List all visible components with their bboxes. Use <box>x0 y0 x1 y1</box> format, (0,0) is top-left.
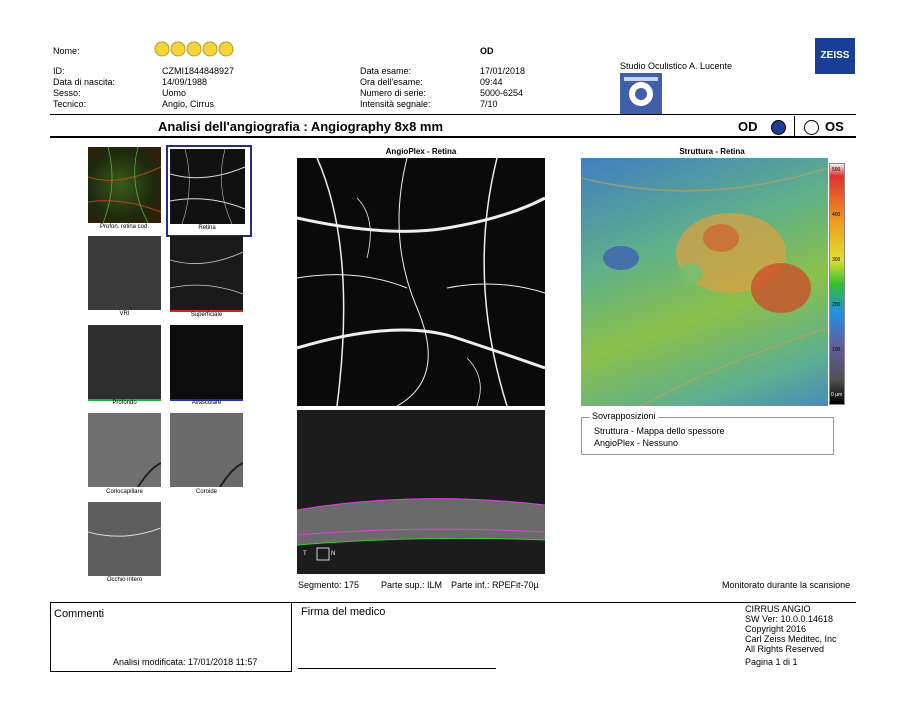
thumbnail-choroid[interactable] <box>170 413 243 487</box>
thumbnail-whole-eye[interactable] <box>88 502 161 576</box>
exam-date-value: 17/01/2018 <box>480 66 526 76</box>
angio-image[interactable] <box>297 158 545 406</box>
thumbnail-choriocapillaris[interactable] <box>88 413 161 487</box>
dob-label: Data di nascita: <box>53 77 116 87</box>
redacted-name <box>152 41 252 57</box>
clinic-name: Studio Oculistico A. Lucente <box>620 61 733 71</box>
serial-value: 5000-6254 <box>480 88 524 98</box>
comments-label: Commenti <box>54 608 105 620</box>
os-label: OS <box>825 119 844 134</box>
eye-header: OD <box>480 46 494 56</box>
thumbnail-avascular[interactable] <box>170 325 243 401</box>
thumbnail-label: Superficiale <box>190 312 223 318</box>
segment-number: Segmento: 175 <box>298 580 360 590</box>
serial-label: Numero di serie: <box>360 88 427 98</box>
thumbnail-label: VRI <box>119 311 130 317</box>
scale-tick: 400 <box>832 212 841 218</box>
tech-label: Tecnico: <box>53 99 87 109</box>
thumbnail-label: Coroide <box>195 489 217 495</box>
overlay-structure[interactable]: Struttura - Mappa dello spessore <box>594 426 725 436</box>
signal-label: Intensità segnale: <box>360 99 431 109</box>
analysis-modified: Analisi modificata: 17/01/2018 11:57 <box>113 657 258 667</box>
thickness-scale: 500 400 300 200 100 0 µm <box>829 163 845 405</box>
id-label: ID: <box>53 66 65 76</box>
thumbnail-label: Profon. retina cod. <box>99 224 150 230</box>
sw-line: Copyright 2016 <box>745 624 807 634</box>
clinic-logo <box>620 73 662 115</box>
struct-title: Struttura - Retina <box>679 147 745 156</box>
signature-label: Firma del medico <box>301 606 386 618</box>
scale-tick: 100 <box>832 347 841 353</box>
thickness-map[interactable] <box>581 158 828 406</box>
os-radio[interactable] <box>804 120 819 135</box>
segment-lower: Parte inf.: RPEFit-70µ <box>451 580 539 590</box>
sex-value: Uomo <box>162 88 187 98</box>
scale-tick: 300 <box>832 257 841 263</box>
bscan-n-label: N <box>331 551 336 557</box>
thumbnail-vri[interactable] <box>88 236 161 310</box>
scale-tick: 200 <box>832 302 841 308</box>
exam-time-label: Ora dell'esame: <box>360 77 423 87</box>
od-radio[interactable] <box>771 120 786 135</box>
comments-box[interactable]: Commenti Analisi modificata: 17/01/2018 … <box>50 603 292 672</box>
tech-value: Angio, Cirrus <box>162 99 215 109</box>
bscan-t-label: T <box>303 551 307 557</box>
overlay-angioplex[interactable]: AngioPlex - Nessuno <box>594 438 678 448</box>
zeiss-logo: ZEISS <box>815 38 855 74</box>
page-number: Pagina 1 di 1 <box>745 657 798 667</box>
sw-line: SW Ver: 10.0.0.14618 <box>745 614 834 624</box>
thumbnail-label: Avascolare <box>191 400 222 406</box>
signature-line <box>298 668 496 669</box>
dob-value: 14/09/1988 <box>162 77 208 87</box>
software-info: CIRRUS ANGIO SW Ver: 10.0.0.14618 Copyri… <box>745 604 837 667</box>
scale-tick: 0 µm <box>831 392 843 398</box>
overlays-legend: Sovrapposizioni <box>590 411 658 421</box>
thumbnail-retina[interactable]: Retina <box>166 145 252 237</box>
segment-upper: Parte sup.: ILM <box>381 580 443 590</box>
overlays-box: Sovrapposizioni Struttura - Mappa dello … <box>581 411 834 455</box>
id-value: CZMI1844848927 <box>162 66 235 76</box>
bscan-image[interactable]: T N <box>297 410 545 574</box>
angio-title: AngioPlex - Retina <box>385 147 457 156</box>
sw-line: Carl Zeiss Meditec, Inc <box>745 634 837 644</box>
signal-value: 7/10 <box>480 99 498 109</box>
sw-line: CIRRUS ANGIO <box>745 604 811 614</box>
name-label: Nome: <box>53 46 80 56</box>
scale-tick: 500 <box>832 167 841 173</box>
thumbnail-deep[interactable] <box>88 325 161 401</box>
thumbnail-label: Coriocapillare <box>106 489 143 495</box>
od-label: OD <box>738 119 758 134</box>
thumbnail-depth-coded[interactable] <box>88 147 161 223</box>
thumbnail-label: Occhio intero <box>106 577 143 583</box>
sw-line: All Rights Reserved <box>745 644 825 654</box>
sex-label: Sesso: <box>53 88 81 98</box>
exam-date-label: Data esame: <box>360 66 412 76</box>
report-title: Analisi dell'angiografia : Angiography 8… <box>158 119 444 134</box>
thumbnail-label: Profondo <box>112 400 137 406</box>
monitor-text: Monitorato durante la scansione <box>722 580 851 590</box>
thumbnail-label: Retina <box>198 225 216 231</box>
exam-time-value: 09:44 <box>480 77 503 87</box>
thumbnail-superficial[interactable] <box>170 236 243 312</box>
